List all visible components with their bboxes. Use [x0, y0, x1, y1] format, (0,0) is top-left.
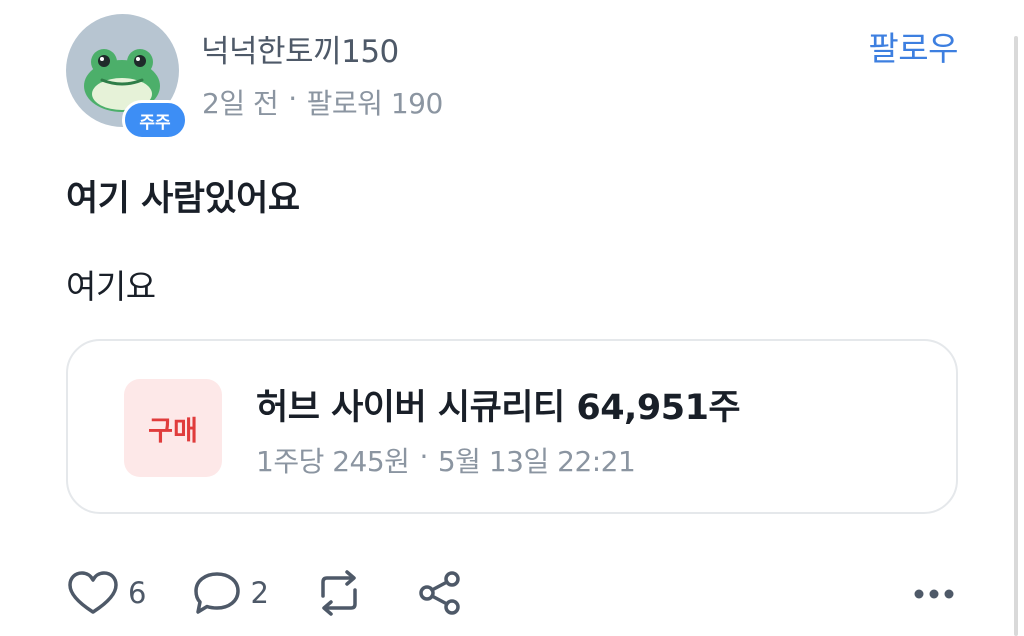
scrollbar[interactable] — [1014, 36, 1018, 636]
shareholder-badge: 주주 — [122, 100, 188, 140]
trade-datetime: 5월 13일 22:21 — [437, 445, 636, 478]
share-icon — [419, 571, 460, 615]
post-body: 여기요 — [66, 267, 156, 306]
buy-tag: 구매 — [124, 379, 222, 477]
like-count: 6 — [128, 576, 147, 610]
trade-title: 허브 사이버 시큐리티 64,951주 — [256, 388, 741, 428]
share-button[interactable] — [417, 570, 463, 616]
author-name[interactable]: 넉넉한토끼150 — [201, 26, 399, 71]
trade-details: 1주당 245원 · 5월 13일 22:21 — [256, 440, 636, 480]
heart-icon — [68, 571, 118, 614]
repost-icon — [321, 570, 357, 616]
trade-card[interactable]: 구매 허브 사이버 시큐리티 64,951주 1주당 245원 · 5월 13일… — [66, 339, 958, 514]
comment-button[interactable]: 2 — [192, 570, 269, 616]
like-button[interactable]: 6 — [66, 570, 146, 616]
post-title: 여기 사람있어요 — [66, 179, 300, 219]
repost-button[interactable] — [313, 570, 365, 616]
action-bar: 6 2 — [66, 570, 463, 616]
trade-separator: · — [419, 440, 428, 473]
follower-count: 팔로워 190 — [306, 87, 444, 120]
trade-price: 1주당 245원 — [256, 445, 410, 478]
meta-separator: · — [288, 82, 297, 115]
follow-button[interactable]: 팔로우 — [868, 22, 958, 70]
post-time: 2일 전 — [202, 87, 279, 120]
post-meta: 2일 전 · 팔로워 190 — [202, 82, 443, 122]
more-options-button[interactable] — [914, 586, 954, 602]
comment-icon — [194, 572, 241, 614]
comment-count: 2 — [250, 576, 269, 610]
more-icon — [914, 589, 954, 599]
